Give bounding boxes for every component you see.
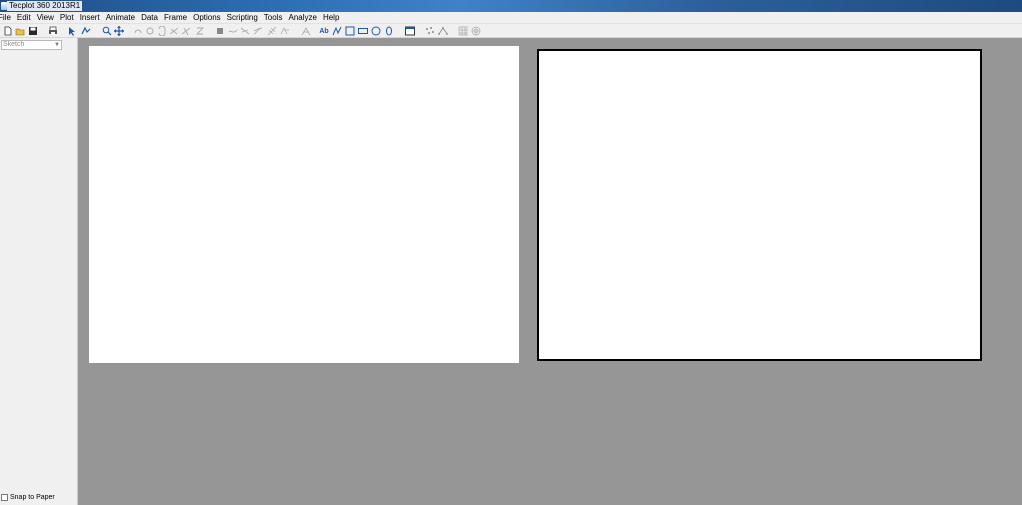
menu-plot[interactable]: Plot <box>57 12 77 23</box>
translate-icon[interactable] <box>113 25 125 37</box>
plot-mode-select[interactable]: Sketch ▼ <box>1 40 62 50</box>
rotate-spherical-icon[interactable] <box>132 25 144 37</box>
open-folder-icon[interactable] <box>14 25 26 37</box>
streamtrace-term-icon[interactable] <box>279 25 291 37</box>
polar-grid-icon[interactable] <box>470 25 482 37</box>
menu-file[interactable]: File <box>0 12 14 23</box>
menu-data[interactable]: Data <box>138 12 161 23</box>
plot-mode-value: Sketch <box>3 41 25 48</box>
rotate-rollerball-icon[interactable] <box>144 25 156 37</box>
frame-1[interactable] <box>89 46 519 363</box>
window-title: Tecplot 360 2013R1 <box>7 1 83 11</box>
frame-2-active[interactable] <box>537 49 982 361</box>
save-icon[interactable] <box>27 25 39 37</box>
menu-edit[interactable]: Edit <box>14 12 34 23</box>
ellipse-tool-icon[interactable] <box>383 25 395 37</box>
title-bar: Tecplot 360 2013R1 <box>0 0 1022 12</box>
circle-tool-icon[interactable] <box>370 25 382 37</box>
create-geometry-icon[interactable] <box>437 25 449 37</box>
polyline-tool-icon[interactable] <box>331 25 343 37</box>
menu-insert[interactable]: Insert <box>77 12 103 23</box>
print-icon[interactable] <box>47 25 59 37</box>
probe-icon[interactable] <box>214 25 226 37</box>
rectangle-tool-icon[interactable] <box>357 25 369 37</box>
new-file-icon[interactable] <box>2 25 14 37</box>
menu-bar: File Edit View Plot Insert Animate Data … <box>0 12 1022 24</box>
rotate-y-icon[interactable] <box>180 25 192 37</box>
snap-to-paper-checkbox[interactable] <box>1 494 8 501</box>
text-tool-icon[interactable]: Ab <box>318 25 330 37</box>
workspace-canvas[interactable] <box>78 38 1022 505</box>
menu-view[interactable]: View <box>34 12 57 23</box>
contour-level-icon[interactable] <box>300 25 312 37</box>
snap-to-paper[interactable]: Snap to Paper <box>1 494 55 501</box>
grid-icon[interactable] <box>457 25 469 37</box>
chevron-down-icon: ▼ <box>54 42 60 48</box>
selector-arrow-icon[interactable] <box>66 25 78 37</box>
menu-analyze[interactable]: Analyze <box>285 12 319 23</box>
rotate-x-icon[interactable] <box>168 25 180 37</box>
menu-scripting[interactable]: Scripting <box>224 12 261 23</box>
menu-frame[interactable]: Frame <box>161 12 190 23</box>
menu-options[interactable]: Options <box>190 12 224 23</box>
main-toolbar: Ab <box>0 24 1022 38</box>
square-tool-icon[interactable] <box>344 25 356 37</box>
menu-tools[interactable]: Tools <box>261 12 286 23</box>
add-streamtrace-icon[interactable] <box>252 25 264 37</box>
extract-line-icon[interactable] <box>239 25 251 37</box>
frame-tool-icon[interactable] <box>404 25 416 37</box>
zoom-icon[interactable] <box>101 25 113 37</box>
streamtrace-rake-icon[interactable] <box>266 25 278 37</box>
extract-points-icon[interactable] <box>227 25 239 37</box>
sidebar: Sketch ▼ Snap to Paper <box>0 38 78 505</box>
rotate-twist-icon[interactable] <box>156 25 168 37</box>
rotate-z-icon[interactable] <box>194 25 206 37</box>
menu-animate[interactable]: Animate <box>103 12 138 23</box>
menu-help[interactable]: Help <box>320 12 342 23</box>
snap-to-paper-label: Snap to Paper <box>10 494 55 501</box>
adjustor-icon[interactable] <box>80 25 92 37</box>
create-zone-icon[interactable] <box>424 25 436 37</box>
